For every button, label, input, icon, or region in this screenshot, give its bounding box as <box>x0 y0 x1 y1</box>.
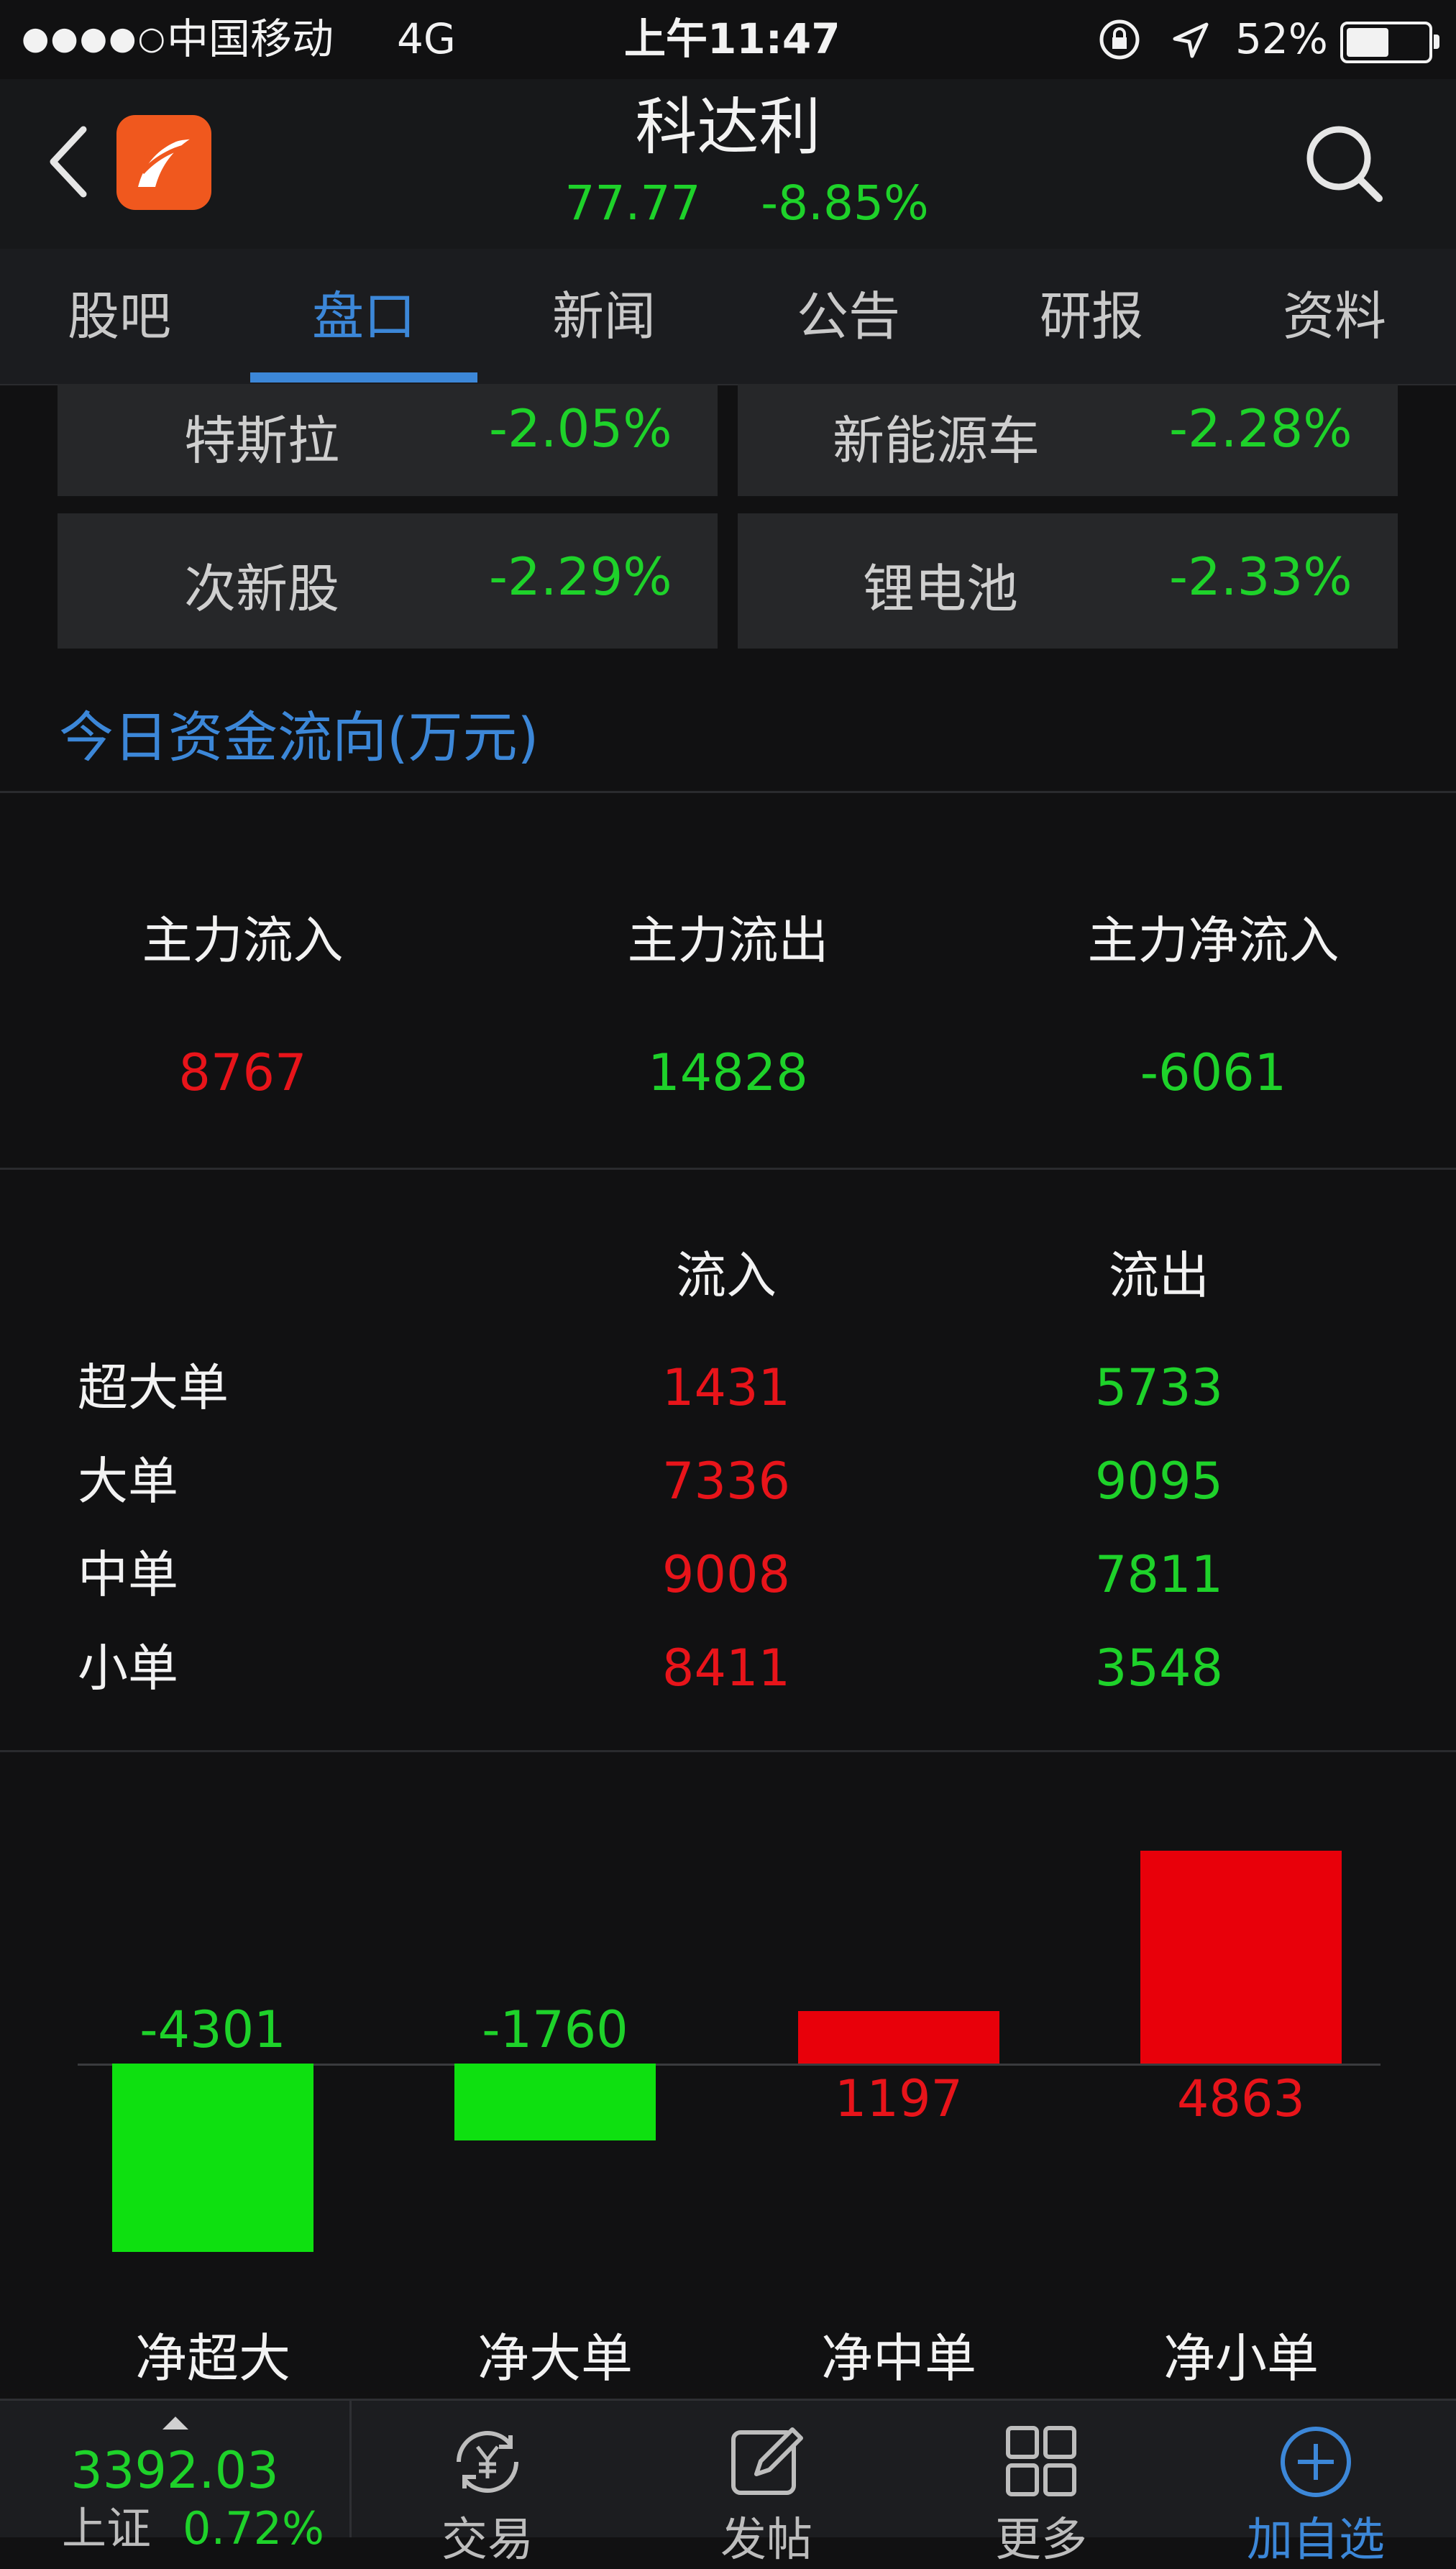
chart-bar <box>112 2064 313 2252</box>
row-outflow: 9095 <box>1094 1452 1224 1511</box>
row-outflow: 3548 <box>1094 1639 1224 1698</box>
stock-change-percent: -8.85% <box>761 175 929 231</box>
chart-value-label: 1197 <box>834 2069 963 2128</box>
add-favorite-icon <box>1281 2427 1351 2497</box>
tab-bar: 股吧 盘口 新闻 公告 研报 资料 <box>0 249 1456 385</box>
tab-news[interactable]: 新闻 <box>496 249 712 384</box>
status-bar: ●●●●○ 中国移动 4G 上午11:47 52% <box>0 0 1456 79</box>
index-name: 上证 <box>62 2502 152 2555</box>
table-row: 中单 9008 7811 <box>0 1539 1456 1632</box>
sector-name: 锂电池 <box>863 559 1019 619</box>
tab-research[interactable]: 研报 <box>984 249 1199 384</box>
active-tab-indicator <box>250 372 477 383</box>
table-row: 小单 8411 3548 <box>0 1632 1456 1726</box>
main-inflow-label: 主力流入 <box>142 911 344 970</box>
sector-name: 新能源车 <box>833 411 1040 471</box>
table-row: 超大单 1431 5733 <box>0 1352 1456 1445</box>
clock: 上午11:47 <box>624 14 841 63</box>
row-label: 大单 <box>78 1452 178 1511</box>
chart-category-label: 净小单 <box>1163 2328 1319 2389</box>
chart-bar <box>454 2064 656 2140</box>
grid-more-icon <box>1006 2426 1076 2496</box>
stock-header: 科达利 77.77 -8.85% <box>0 79 1456 249</box>
battery-icon <box>1340 22 1439 63</box>
signal-strength-icon: ●●●●○ <box>22 20 167 57</box>
sector-name: 次新股 <box>184 559 340 619</box>
rotation-lock-icon <box>1099 19 1140 60</box>
chart-value-label: -4301 <box>139 2000 286 2059</box>
nav-post[interactable]: 发帖 <box>630 2401 903 2567</box>
table-row: 大单 7336 9095 <box>0 1445 1456 1539</box>
bottom-nav: 3392.03 上证 0.72% 交易 发帖 更多 加自选 <box>0 2399 1456 2567</box>
chart-category-label: 净中单 <box>820 2328 976 2389</box>
index-change: 0.72% <box>183 2502 324 2555</box>
section-divider <box>0 1168 1456 1170</box>
main-outflow-value: 14828 <box>648 1043 808 1102</box>
market-index-widget[interactable]: 3392.03 上证 0.72% <box>0 2401 352 2555</box>
fund-flow-title: 今日资金流向(万元) <box>59 705 539 769</box>
section-divider <box>0 1750 1456 1752</box>
sector-change: -2.05% <box>489 398 672 459</box>
chart-category-label: 净大单 <box>477 2328 633 2389</box>
table-header-outflow: 流出 <box>1109 1246 1209 1305</box>
sector-name: 特斯拉 <box>184 411 340 471</box>
main-net-inflow-value: -6061 <box>1140 1043 1287 1102</box>
sector-card[interactable]: 次新股 -2.29% <box>58 513 718 649</box>
nav-add-favorite[interactable]: 加自选 <box>1179 2401 1452 2567</box>
sector-card[interactable]: 新能源车 -2.28% <box>738 384 1398 496</box>
network-label: 4G <box>397 14 456 63</box>
index-up-arrow-icon <box>162 2417 188 2430</box>
table-header-inflow: 流入 <box>676 1246 777 1305</box>
row-inflow: 9008 <box>661 1545 791 1604</box>
carrier-label: 中国移动 <box>167 14 334 63</box>
tab-pankou[interactable]: 盘口 <box>256 249 472 384</box>
section-divider <box>0 791 1456 793</box>
chart-value-label: -1760 <box>482 2000 628 2059</box>
row-inflow: 8411 <box>661 1639 791 1698</box>
stock-name: 科达利 <box>635 91 821 163</box>
chart-category-label: 净超大 <box>134 2328 290 2389</box>
search-icon[interactable] <box>1301 121 1388 207</box>
row-outflow: 7811 <box>1094 1545 1224 1604</box>
row-inflow: 7336 <box>661 1452 791 1511</box>
row-label: 小单 <box>78 1639 178 1698</box>
main-inflow-value: 8767 <box>178 1043 307 1102</box>
post-edit-icon <box>731 2427 803 2495</box>
row-label: 中单 <box>78 1545 178 1604</box>
chart-bar <box>1140 1851 1342 2064</box>
sector-card[interactable]: 特斯拉 -2.05% <box>58 384 718 496</box>
tab-announcements[interactable]: 公告 <box>741 249 956 384</box>
sector-change: -2.33% <box>1169 546 1352 607</box>
nav-label: 更多 <box>995 2514 1087 2567</box>
nav-trade[interactable]: 交易 <box>351 2401 624 2567</box>
sector-change: -2.29% <box>489 546 672 607</box>
index-value: 3392.03 <box>70 2441 279 2500</box>
location-icon <box>1173 22 1209 58</box>
tab-profile[interactable]: 资料 <box>1227 249 1442 384</box>
trade-yen-icon <box>457 2431 518 2493</box>
nav-label: 交易 <box>441 2514 534 2567</box>
net-flow-chart: -4301 净超大 -1760 净大单 1197 净中单 4863 净小单 <box>0 1754 1456 2399</box>
main-outflow-label: 主力流出 <box>627 911 829 970</box>
sector-change: -2.28% <box>1169 398 1352 459</box>
main-net-inflow-label: 主力净流入 <box>1087 911 1340 970</box>
nav-more[interactable]: 更多 <box>905 2401 1178 2567</box>
nav-label: 加自选 <box>1247 2514 1385 2567</box>
stock-price: 77.77 <box>564 175 701 231</box>
row-label: 超大单 <box>78 1358 229 1417</box>
row-inflow: 1431 <box>661 1358 791 1417</box>
row-outflow: 5733 <box>1094 1358 1224 1417</box>
tab-guba[interactable]: 股吧 <box>12 249 227 384</box>
nav-label: 发帖 <box>720 2514 812 2567</box>
chart-value-label: 4863 <box>1176 2069 1306 2128</box>
chart-bar <box>798 2011 999 2064</box>
sector-card[interactable]: 锂电池 -2.33% <box>738 513 1398 649</box>
battery-percent: 52% <box>1235 14 1328 63</box>
